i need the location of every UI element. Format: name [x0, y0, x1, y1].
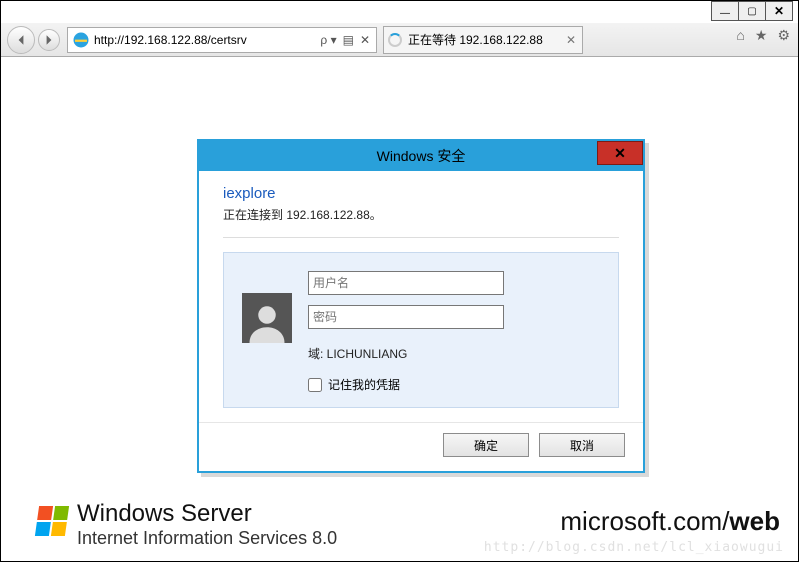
credentials-panel: 域: LICHUNLIANG 记住我的凭据 [223, 252, 619, 408]
loading-spinner-icon [388, 33, 402, 47]
user-avatar-icon [242, 293, 292, 343]
remember-credentials-label[interactable]: 记住我的凭据 [308, 376, 600, 393]
browser-toolbar: ρ ▾ ▤ ✕ 正在等待 192.168.122.88 ✕ [1, 23, 798, 57]
dialog-title: Windows 安全 [377, 146, 466, 166]
window-maximize-button[interactable] [738, 1, 766, 21]
compat-view-icon[interactable]: ▤ [343, 33, 354, 47]
browser-tab[interactable]: 正在等待 192.168.122.88 ✕ [383, 26, 583, 54]
windows-flag-icon [35, 506, 69, 536]
dialog-close-button[interactable]: ✕ [597, 141, 643, 165]
address-bar-actions: ρ ▾ ▤ ✕ [314, 33, 376, 47]
address-bar[interactable]: ρ ▾ ▤ ✕ [67, 27, 377, 53]
ok-button[interactable]: 确定 [443, 433, 529, 457]
branding-line2: Internet Information Services 8.0 [77, 528, 337, 549]
dialog-app-name: iexplore [223, 185, 619, 202]
cancel-button[interactable]: 取消 [539, 433, 625, 457]
remember-credentials-checkbox[interactable] [308, 378, 322, 392]
tab-title: 正在等待 192.168.122.88 [408, 31, 543, 48]
home-icon[interactable]: ⌂ [736, 27, 744, 44]
settings-gear-icon[interactable]: ⚙ [777, 27, 790, 44]
window-close-button[interactable] [765, 1, 793, 21]
tab-close-icon[interactable]: ✕ [566, 33, 576, 47]
forward-button[interactable] [38, 29, 60, 51]
url-input[interactable] [94, 29, 314, 51]
watermark-text: http://blog.csdn.net/lcl_xiaowugui [484, 540, 784, 555]
domain-label: 域: LICHUNLIANG [308, 345, 600, 362]
password-input[interactable] [308, 305, 504, 329]
toolbar-right-icons: ⌂ ★ ⚙ [736, 27, 790, 44]
dialog-button-row: 确定 取消 [199, 422, 643, 471]
branding-line1: Windows Server [77, 500, 337, 528]
stop-refresh-icon[interactable]: ✕ [360, 33, 370, 47]
ie-logo-icon [72, 31, 90, 49]
back-button[interactable] [7, 26, 35, 54]
search-dropdown-icon[interactable]: ρ ▾ [320, 33, 336, 47]
username-input[interactable] [308, 271, 504, 295]
credentials-dialog: Windows 安全 ✕ iexplore 正在连接到 192.168.122.… [197, 139, 645, 473]
window-minimize-button[interactable] [711, 1, 739, 21]
window-controls [712, 1, 793, 21]
iis-branding: Windows Server Internet Information Serv… [37, 500, 337, 549]
remember-credentials-text: 记住我的凭据 [328, 376, 400, 393]
microsoft-web-link: microsoft.com/web [560, 506, 780, 537]
dialog-connecting-message: 正在连接到 192.168.122.88。 [223, 206, 619, 238]
dialog-titlebar: Windows 安全 ✕ [199, 141, 643, 171]
favorites-icon[interactable]: ★ [755, 27, 768, 44]
